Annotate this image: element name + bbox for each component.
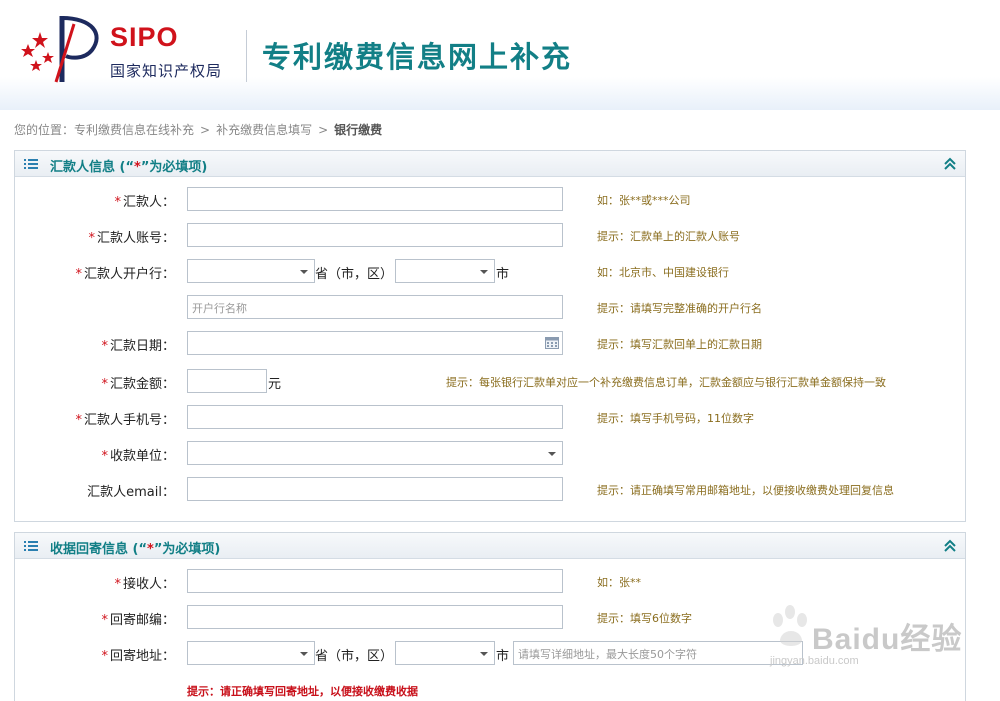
breadcrumb: 您的位置：专利缴费信息在线补充 > 补充缴费信息填写 > 银行缴费 <box>14 121 382 138</box>
panel-title: 汇款人信息 (“*”为必填项) <box>50 160 208 175</box>
bank-name-hint: 提示：请填写完整准确的开户行名 <box>597 302 762 315</box>
list-icon <box>24 159 38 169</box>
postcode-hint: 提示：填写6位数字 <box>597 612 692 625</box>
amount-unit: 元 <box>268 377 282 392</box>
logo-subtitle: 国家知识产权局 <box>110 62 223 80</box>
breadcrumb-item-bank-payment: 银行缴费 <box>334 123 383 137</box>
sipo-logo-icon <box>54 16 99 83</box>
remitter-name-label: * 汇款人： <box>114 195 175 210</box>
remitter-phone-label: * 汇款人手机号： <box>75 413 175 428</box>
page-header: SIPO 国家知识产权局 专利缴费信息网上补充 <box>0 0 1000 110</box>
watermark-brand: Baidu经验 <box>812 623 963 656</box>
address-province-select[interactable] <box>187 641 315 665</box>
postcode-label: * 回寄邮编： <box>101 613 175 628</box>
remitter-info-panel: 汇款人信息 (“*”为必填项) * 汇款人： 如：张**或***公司 * 汇款人账号… <box>14 150 966 522</box>
bank-name-row: 开户行名称 提示：请填写完整准确的开户行名 <box>15 295 965 319</box>
remit-amount-input[interactable] <box>187 369 267 393</box>
breadcrumb-item-fill-info[interactable]: 补充缴费信息填写 <box>216 123 312 137</box>
remitter-email-hint: 提示：请正确填写常用邮箱地址，以便接收缴费处理回复信息 <box>597 484 894 497</box>
receiver-label: * 接收人： <box>114 577 175 592</box>
remit-amount-label: * 汇款金额： <box>101 377 175 392</box>
province-suffix: 省（市，区） <box>315 649 394 664</box>
breadcrumb-item-online-supplement[interactable]: 专利缴费信息在线补充 <box>74 123 194 137</box>
header-divider <box>246 30 247 82</box>
chevron-down-icon <box>548 452 556 456</box>
collapse-icon[interactable] <box>943 538 957 554</box>
remitter-bank-row: * 汇款人开户行： 省（市，区） 市 如：北京市、中国建设银行 <box>15 259 965 283</box>
watermark-url: jingyan.baidu.com <box>770 655 859 667</box>
bank-city-select[interactable] <box>395 259 495 283</box>
address-label: * 回寄地址： <box>101 649 175 664</box>
remit-date-hint: 提示：填写汇款回单上的汇款日期 <box>597 338 762 351</box>
remit-amount-hint: 提示：每张银行汇款单对应一个补充缴费信息订单，汇款金额应与银行汇款单金额保持一致 <box>446 376 886 389</box>
remitter-phone-hint: 提示：填写手机号码，11位数字 <box>597 412 754 425</box>
payee-label: * 收款单位： <box>101 449 175 464</box>
logo-sipo-text: SIPO <box>110 22 179 52</box>
remitter-account-label: * 汇款人账号： <box>88 231 175 246</box>
city-suffix: 市 <box>496 649 510 664</box>
remitter-account-row: * 汇款人账号： 提示：汇款单上的汇款人账号 <box>15 223 965 247</box>
breadcrumb-prefix: 您的位置： <box>14 123 75 137</box>
remit-date-input[interactable] <box>187 331 563 355</box>
payee-select[interactable] <box>187 441 563 465</box>
remitter-phone-row: * 汇款人手机号： 提示：填写手机号码，11位数字 <box>15 405 965 429</box>
remit-amount-row: * 汇款金额： 元 提示：每张银行汇款单对应一个补充缴费信息订单，汇款金额应与银行… <box>15 369 965 393</box>
remitter-phone-input[interactable] <box>187 405 563 429</box>
remitter-account-input[interactable] <box>187 223 563 247</box>
panel-title: 收据回寄信息 (“*”为必填项) <box>50 542 221 557</box>
chevron-down-icon <box>300 270 308 274</box>
bank-name-input[interactable]: 开户行名称 <box>187 295 563 319</box>
postcode-input[interactable] <box>187 605 563 629</box>
payee-row: * 收款单位： <box>15 441 965 465</box>
remitter-bank-label: * 汇款人开户行： <box>75 267 175 282</box>
receiver-hint: 如：张** <box>597 576 641 589</box>
calendar-icon[interactable] <box>545 337 559 349</box>
remit-date-row: * 汇款日期： 提示：填写汇款回单上的汇款日期 <box>15 331 965 355</box>
city-suffix: 市 <box>496 267 510 282</box>
remitter-name-hint: 如：张**或***公司 <box>597 194 691 207</box>
remitter-bank-hint: 如：北京市、中国建设银行 <box>597 266 729 279</box>
province-suffix: 省（市，区） <box>315 267 394 282</box>
remitter-email-input[interactable] <box>187 477 563 501</box>
remit-date-label: * 汇款日期： <box>101 339 175 354</box>
remitter-account-hint: 提示：汇款单上的汇款人账号 <box>597 230 740 243</box>
page-title: 专利缴费信息网上补充 <box>262 40 573 74</box>
remitter-name-row: * 汇款人： 如：张**或***公司 <box>15 187 965 211</box>
list-icon <box>24 541 38 551</box>
panel-header: 汇款人信息 (“*”为必填项) <box>15 151 965 177</box>
collapse-icon[interactable] <box>943 156 957 172</box>
remitter-email-label: 汇款人email： <box>87 485 175 500</box>
breadcrumb-separator: > <box>318 123 329 137</box>
chevron-down-icon <box>480 270 488 274</box>
address-city-select[interactable] <box>395 641 495 665</box>
bank-province-select[interactable] <box>187 259 315 283</box>
receiver-row: * 接收人： 如：张** <box>15 569 965 593</box>
chevron-down-icon <box>300 652 308 656</box>
panel-header: 收据回寄信息 (“*”为必填项) <box>15 533 965 559</box>
remitter-email-row: 汇款人email： 提示：请正确填写常用邮箱地址，以便接收缴费处理回复信息 <box>15 477 965 501</box>
chevron-down-icon <box>480 652 488 656</box>
address-hint: 提示：请正确填写回寄地址，以便接收缴费收据 <box>187 685 418 698</box>
breadcrumb-separator: > <box>200 123 211 137</box>
receiver-input[interactable] <box>187 569 563 593</box>
remitter-name-input[interactable] <box>187 187 563 211</box>
